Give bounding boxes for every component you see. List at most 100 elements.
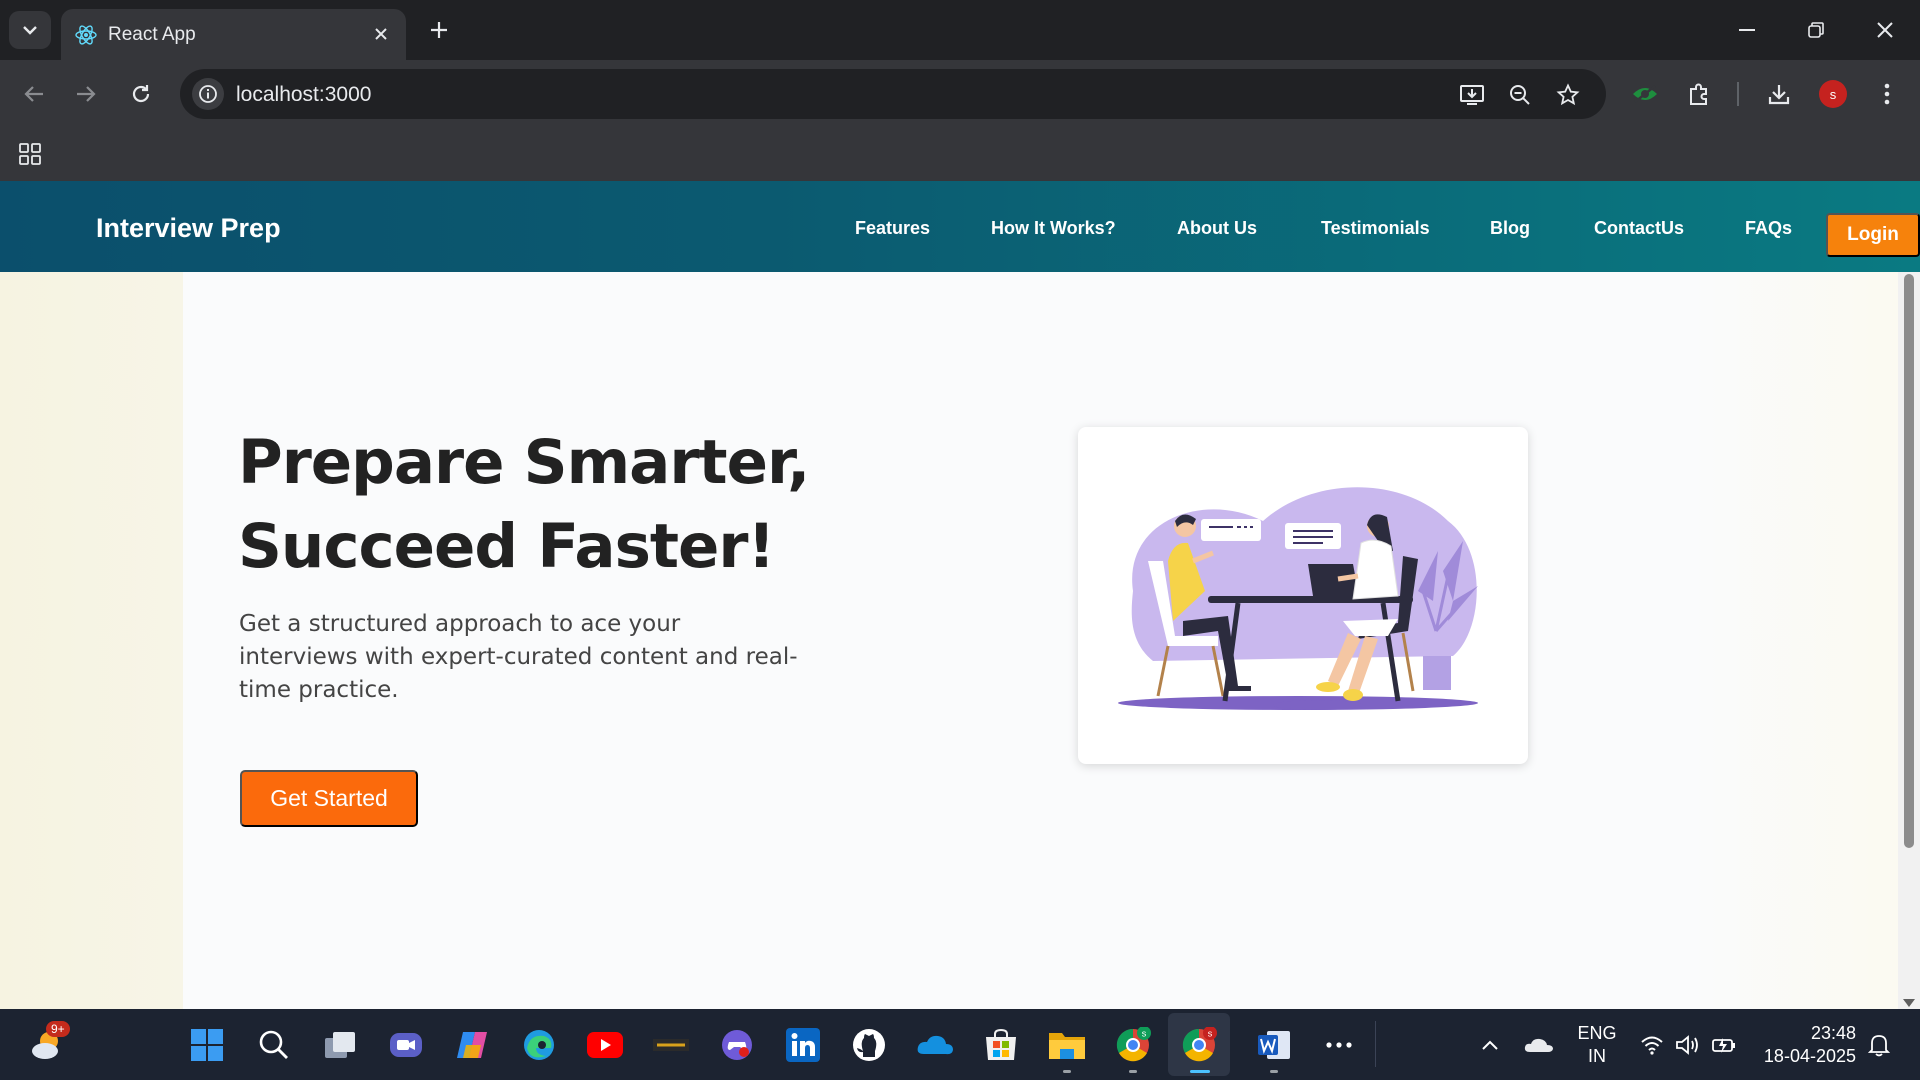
- interview-illustration: [1118, 487, 1478, 710]
- chevron-down-icon: [23, 26, 37, 35]
- install-app-button[interactable]: [1457, 80, 1487, 110]
- profile-avatar[interactable]: s: [1819, 80, 1847, 108]
- browser-toolbar: localhost:3000 s: [0, 60, 1920, 128]
- info-icon: [199, 85, 217, 103]
- active-indicator: [1190, 1070, 1210, 1073]
- page-right-background: [1688, 271, 1898, 1009]
- hero-title-line-2: Succeed Faster!: [238, 511, 775, 582]
- site-logo[interactable]: Interview Prep: [96, 213, 281, 244]
- nav-link-testimonials[interactable]: Testimonials: [1321, 218, 1430, 239]
- scrollbar-thumb[interactable]: [1904, 274, 1914, 848]
- task-view-icon: [325, 1032, 355, 1058]
- extensions-button[interactable]: [1683, 78, 1715, 110]
- web-page: Interview Prep Features How It Works? Ab…: [0, 181, 1920, 1009]
- language-indicator[interactable]: ENG: [1577, 1023, 1617, 1044]
- bookmarks-bar: [0, 128, 1920, 181]
- running-indicator: [1129, 1070, 1137, 1073]
- file-explorer-app[interactable]: [1046, 1024, 1088, 1066]
- battery-status[interactable]: [1703, 1024, 1745, 1066]
- language-region[interactable]: IN: [1577, 1046, 1617, 1067]
- chrome-profile-app[interactable]: s: [1112, 1024, 1154, 1066]
- nav-link-about-us[interactable]: About Us: [1177, 218, 1257, 239]
- college-app[interactable]: [650, 1024, 692, 1066]
- edge-app[interactable]: [518, 1024, 560, 1066]
- svg-text:s: s: [1142, 1029, 1147, 1039]
- onedrive-app[interactable]: [914, 1024, 956, 1066]
- download-icon: [1768, 85, 1790, 105]
- windows-taskbar: 9+ s s ENG IN 23:48 18-04-2025: [0, 1009, 1920, 1080]
- nav-link-blog[interactable]: Blog: [1490, 218, 1530, 239]
- browser-tab[interactable]: React App: [61, 9, 406, 60]
- edge-icon: [524, 1030, 554, 1060]
- minimize-button[interactable]: [1727, 12, 1767, 48]
- search-icon: [259, 1030, 288, 1059]
- extension-eye-button[interactable]: [1629, 78, 1661, 110]
- meet-app[interactable]: [385, 1024, 427, 1066]
- start-button[interactable]: [186, 1024, 228, 1066]
- zoom-button[interactable]: [1505, 80, 1535, 110]
- game-app[interactable]: [716, 1024, 758, 1066]
- clock-time[interactable]: 23:48: [1760, 1023, 1856, 1044]
- youtube-app[interactable]: [584, 1024, 626, 1066]
- close-window-button[interactable]: [1865, 12, 1905, 48]
- nav-link-features[interactable]: Features: [855, 218, 930, 239]
- wifi-icon: [1641, 1036, 1663, 1055]
- forward-button[interactable]: [66, 74, 106, 114]
- back-button[interactable]: [14, 74, 54, 114]
- new-tab-button[interactable]: [424, 15, 454, 45]
- nav-link-contact-us[interactable]: ContactUs: [1594, 218, 1684, 239]
- volume-icon: [1676, 1035, 1698, 1055]
- site-info-button[interactable]: [192, 78, 224, 110]
- linkedin-app[interactable]: [782, 1024, 824, 1066]
- address-bar[interactable]: localhost:3000: [180, 69, 1606, 119]
- reload-icon: [132, 85, 150, 103]
- restore-button[interactable]: [1796, 12, 1836, 48]
- clock-date[interactable]: 18-04-2025: [1744, 1046, 1856, 1067]
- page-left-background: [0, 181, 183, 1009]
- github-app[interactable]: [848, 1024, 890, 1066]
- arrow-right-icon: [77, 86, 96, 102]
- tab-search-button[interactable]: [9, 11, 51, 49]
- browser-menu-button[interactable]: [1871, 78, 1903, 110]
- running-indicator: [1270, 1070, 1278, 1073]
- taskbar-divider: [1375, 1021, 1376, 1067]
- scroll-down-arrow-icon[interactable]: [1903, 999, 1915, 1007]
- bookmark-star-button[interactable]: [1553, 80, 1583, 110]
- more-vertical-icon: [1884, 83, 1890, 105]
- task-view-button[interactable]: [319, 1024, 361, 1066]
- more-apps-button[interactable]: [1318, 1024, 1360, 1066]
- chrome-icon: s: [1116, 1027, 1151, 1062]
- minimize-icon: [1739, 29, 1755, 31]
- onedrive-icon: [917, 1035, 953, 1055]
- onedrive-tray[interactable]: [1518, 1024, 1560, 1066]
- nav-link-faqs[interactable]: FAQs: [1745, 218, 1792, 239]
- running-indicator: [1063, 1070, 1071, 1073]
- browser-tab-bar: React App: [0, 0, 1920, 60]
- github-icon: [853, 1029, 885, 1061]
- hero-title: Prepare Smarter, Succeed Faster!: [238, 421, 838, 589]
- tab-title: React App: [108, 24, 196, 45]
- site-header: Interview Prep Features How It Works? Ab…: [0, 181, 1920, 272]
- store-app[interactable]: [980, 1024, 1022, 1066]
- linkedin-icon: [786, 1028, 820, 1062]
- plus-icon: [431, 22, 447, 38]
- reload-button[interactable]: [121, 74, 161, 114]
- close-tab-icon[interactable]: [368, 21, 394, 47]
- react-icon: [75, 25, 97, 45]
- page-scrollbar[interactable]: [1898, 272, 1920, 1009]
- search-button[interactable]: [253, 1024, 295, 1066]
- login-button[interactable]: Login: [1826, 213, 1920, 257]
- windows-icon: [191, 1029, 223, 1061]
- notifications-button[interactable]: [1858, 1024, 1900, 1066]
- copilot-app[interactable]: [451, 1024, 493, 1066]
- hero-title-line-1: Prepare Smarter,: [238, 427, 810, 498]
- eye-extension-icon: [1633, 85, 1657, 103]
- get-started-button[interactable]: Get Started: [240, 770, 418, 827]
- apps-button[interactable]: [16, 140, 44, 168]
- word-app[interactable]: [1253, 1024, 1295, 1066]
- nav-link-how-it-works[interactable]: How It Works?: [991, 218, 1116, 239]
- show-hidden-icons-button[interactable]: [1469, 1024, 1511, 1066]
- chrome-active-app[interactable]: s: [1178, 1024, 1220, 1066]
- downloads-button[interactable]: [1763, 78, 1795, 110]
- chevron-up-icon: [1482, 1040, 1498, 1050]
